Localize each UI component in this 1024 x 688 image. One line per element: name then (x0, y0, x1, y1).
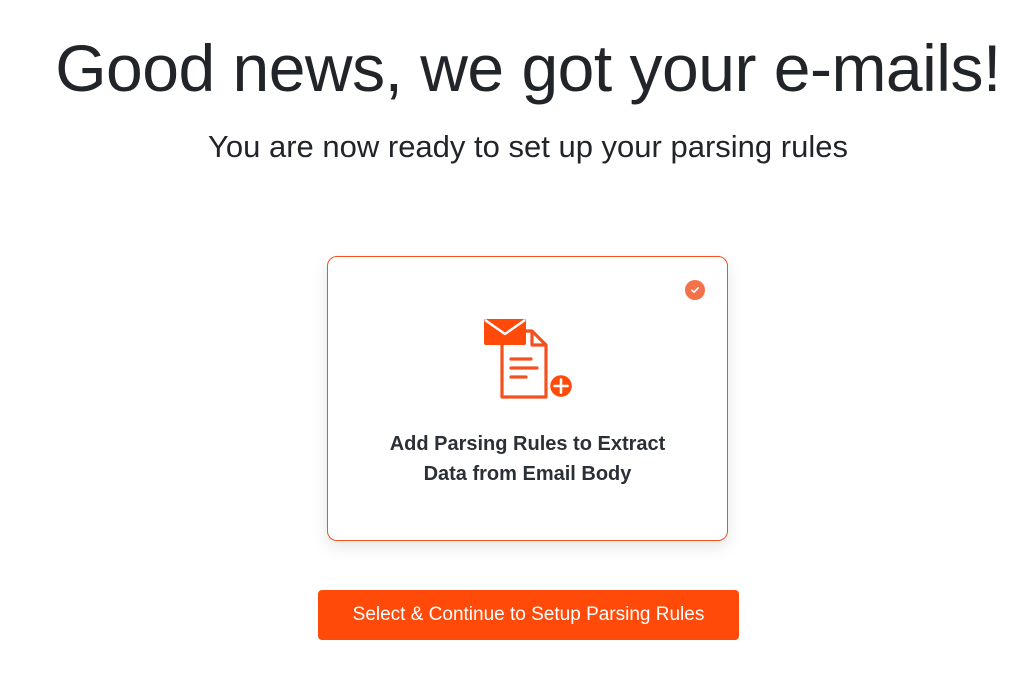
page: Good news, we got your e-mails! You are … (0, 0, 1024, 688)
parsing-rules-option-card[interactable]: Add Parsing Rules to Extract Data from E… (327, 256, 728, 541)
check-circle-icon (685, 280, 705, 300)
page-title: Good news, we got your e-mails! (55, 31, 1001, 105)
page-subtitle: You are now ready to set up your parsing… (208, 129, 848, 164)
continue-button[interactable]: Select & Continue to Setup Parsing Rules (318, 590, 739, 640)
email-document-add-icon (484, 319, 575, 400)
option-card-title: Add Parsing Rules to Extract Data from E… (389, 433, 666, 485)
